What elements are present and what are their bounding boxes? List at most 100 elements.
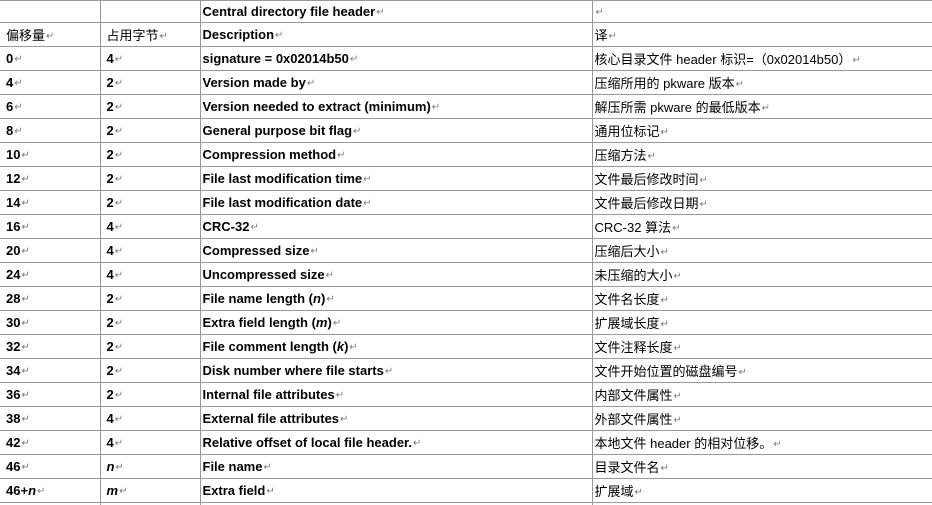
cell-offset: 14↵: [0, 191, 100, 215]
cell-trans: 文件名长度↵: [592, 287, 932, 311]
table-row: 0↵4↵signature = 0x02014b50↵核心目录文件 header…: [0, 47, 932, 71]
cell-offset: 8↵: [0, 119, 100, 143]
cell-offset: 28↵: [0, 287, 100, 311]
cell-bytes: 2↵: [100, 71, 200, 95]
cell-desc: Disk number where file starts↵: [200, 359, 592, 383]
cell-desc: Extra field↵: [200, 479, 592, 503]
cell-offset: 34↵: [0, 359, 100, 383]
title-blank-3: ↵: [592, 1, 932, 23]
cell-bytes: 4↵: [100, 407, 200, 431]
cell-desc: File last modification date↵: [200, 191, 592, 215]
cell-desc: Internal file attributes↵: [200, 383, 592, 407]
cell-trans: 扩展域↵: [592, 479, 932, 503]
cell-bytes: 4↵: [100, 215, 200, 239]
cell-trans: 文件最后修改时间↵: [592, 167, 932, 191]
cell-trans: 压缩后大小↵: [592, 239, 932, 263]
cell-offset: 16↵: [0, 215, 100, 239]
colhdr-offset: 偏移量↵: [0, 23, 100, 47]
cell-trans: 本地文件 header 的相对位移。↵: [592, 431, 932, 455]
cell-bytes: m↵: [100, 479, 200, 503]
cell-offset: 6↵: [0, 95, 100, 119]
colhdr-trans: 译↵: [592, 23, 932, 47]
cell-desc: Compression method↵: [200, 143, 592, 167]
cell-trans: 文件最后修改日期↵: [592, 191, 932, 215]
table-row: 28↵2↵File name length (n)↵文件名长度↵: [0, 287, 932, 311]
table-row: 32↵2↵File comment length (k)↵文件注释长度↵: [0, 335, 932, 359]
table-row: 46↵n↵File name↵目录文件名↵: [0, 455, 932, 479]
cell-bytes: 4↵: [100, 239, 200, 263]
colhdr-desc: Description↵: [200, 23, 592, 47]
cell-trans: 压缩所用的 pkware 版本↵: [592, 71, 932, 95]
title-blank-0: [0, 1, 100, 23]
title-blank-1: [100, 1, 200, 23]
cell-desc: General purpose bit flag↵: [200, 119, 592, 143]
table-row: 8↵2↵General purpose bit flag↵通用位标记↵: [0, 119, 932, 143]
cell-offset: 10↵: [0, 143, 100, 167]
cell-desc: File last modification time↵: [200, 167, 592, 191]
cell-trans: 解压所需 pkware 的最低版本↵: [592, 95, 932, 119]
cell-desc: Extra field length (m)↵: [200, 311, 592, 335]
table-row: 10↵2↵Compression method↵压缩方法↵: [0, 143, 932, 167]
cell-bytes: n↵: [100, 455, 200, 479]
table-row: 12↵2↵File last modification time↵文件最后修改时…: [0, 167, 932, 191]
table-row: 30↵2↵Extra field length (m)↵扩展域长度↵: [0, 311, 932, 335]
title-text: Central directory file header↵: [200, 1, 592, 23]
cell-trans: 核心目录文件 header 标识=（0x02014b50）↵: [592, 47, 932, 71]
cell-desc: Version made by↵: [200, 71, 592, 95]
cell-bytes: 2↵: [100, 383, 200, 407]
cell-trans: 未压缩的大小↵: [592, 263, 932, 287]
colhdr-bytes: 占用字节↵: [100, 23, 200, 47]
cell-offset: 46+n↵: [0, 479, 100, 503]
table-row: 14↵2↵File last modification date↵文件最后修改日…: [0, 191, 932, 215]
cell-trans: 压缩方法↵: [592, 143, 932, 167]
table-row: 46+n↵m↵Extra field↵扩展域↵: [0, 479, 932, 503]
cell-desc: Relative offset of local file header.↵: [200, 431, 592, 455]
table-row: 6↵2↵Version needed to extract (minimum)↵…: [0, 95, 932, 119]
cell-offset: 4↵: [0, 71, 100, 95]
table-row: 36↵2↵Internal file attributes↵内部文件属性↵: [0, 383, 932, 407]
cell-bytes: 2↵: [100, 311, 200, 335]
cell-trans: 内部文件属性↵: [592, 383, 932, 407]
table-row: 34↵2↵Disk number where file starts↵文件开始位…: [0, 359, 932, 383]
cell-trans: 文件开始位置的磁盘编号↵: [592, 359, 932, 383]
table-row: 4↵2↵Version made by↵压缩所用的 pkware 版本↵: [0, 71, 932, 95]
cell-offset: 0↵: [0, 47, 100, 71]
table-row: 38↵4↵External file attributes↵外部文件属性↵: [0, 407, 932, 431]
cell-offset: 42↵: [0, 431, 100, 455]
cell-bytes: 2↵: [100, 95, 200, 119]
cell-offset: 36↵: [0, 383, 100, 407]
cell-bytes: 4↵: [100, 263, 200, 287]
cell-bytes: 2↵: [100, 167, 200, 191]
cell-desc: Compressed size↵: [200, 239, 592, 263]
table-row: 16↵4↵CRC-32↵CRC-32 算法↵: [0, 215, 932, 239]
cell-desc: Version needed to extract (minimum)↵: [200, 95, 592, 119]
cell-trans: 目录文件名↵: [592, 455, 932, 479]
cell-bytes: 2↵: [100, 335, 200, 359]
cdfh-table: Central directory file header↵↵ 偏移量↵占用字节↵…: [0, 0, 932, 505]
cell-desc: Uncompressed size↵: [200, 263, 592, 287]
cell-desc: File comment length (k)↵: [200, 335, 592, 359]
cell-bytes: 4↵: [100, 47, 200, 71]
cell-desc: External file attributes↵: [200, 407, 592, 431]
cell-bytes: 2↵: [100, 359, 200, 383]
cell-offset: 20↵: [0, 239, 100, 263]
cell-bytes: 2↵: [100, 287, 200, 311]
cell-bytes: 2↵: [100, 143, 200, 167]
cell-bytes: 4↵: [100, 431, 200, 455]
cell-trans: 通用位标记↵: [592, 119, 932, 143]
cell-bytes: 2↵: [100, 119, 200, 143]
cell-trans: 扩展域长度↵: [592, 311, 932, 335]
cell-desc: CRC-32↵: [200, 215, 592, 239]
cell-offset: 24↵: [0, 263, 100, 287]
cell-offset: 38↵: [0, 407, 100, 431]
table-row: 42↵4↵Relative offset of local file heade…: [0, 431, 932, 455]
cell-trans: 外部文件属性↵: [592, 407, 932, 431]
cell-offset: 46↵: [0, 455, 100, 479]
cell-trans: 文件注释长度↵: [592, 335, 932, 359]
cell-offset: 30↵: [0, 311, 100, 335]
table-row: 24↵4↵Uncompressed size↵未压缩的大小↵: [0, 263, 932, 287]
table-row: 20↵4↵Compressed size↵压缩后大小↵: [0, 239, 932, 263]
cell-desc: File name length (n)↵: [200, 287, 592, 311]
cell-trans: CRC-32 算法↵: [592, 215, 932, 239]
cell-desc: File name↵: [200, 455, 592, 479]
